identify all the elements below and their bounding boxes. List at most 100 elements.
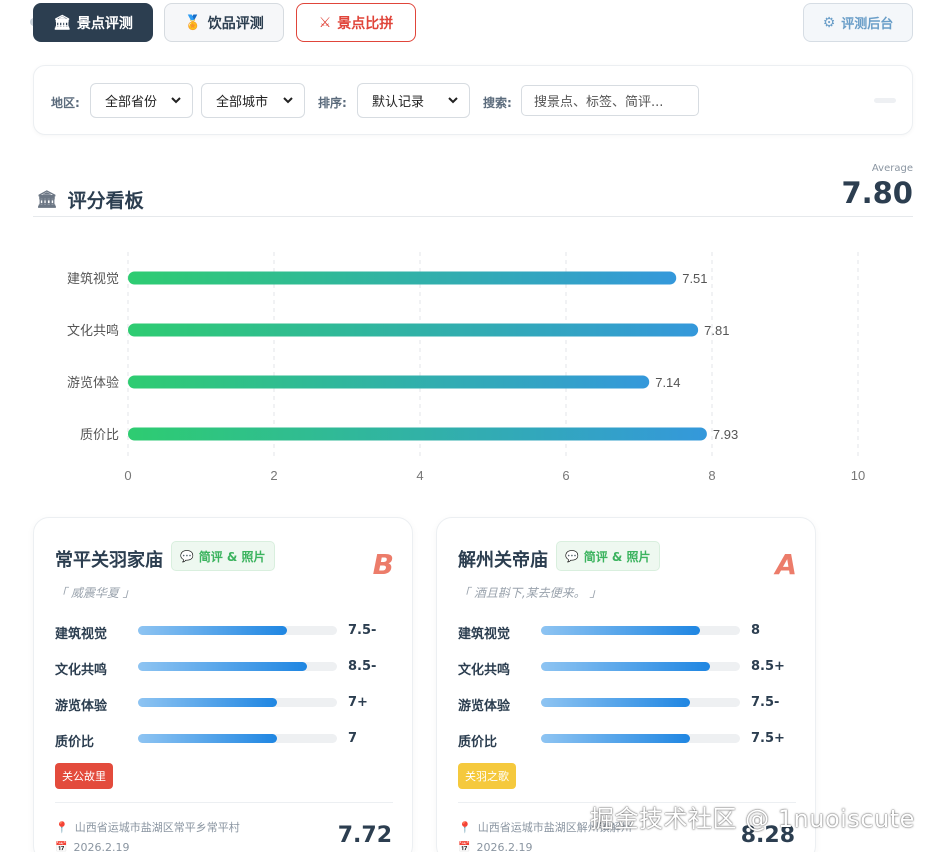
score-fill (138, 698, 278, 707)
score-track (541, 734, 740, 743)
bar-value-label: 7.51 (682, 271, 707, 286)
x-tick-label: 0 (124, 468, 131, 483)
row-label: 建筑视觉 (458, 627, 511, 642)
row-score: 7.5- (348, 623, 377, 638)
dashboard-title-text: 评分看板 (67, 190, 144, 212)
row-score: 8.5+ (751, 659, 785, 674)
calendar-icon: 📅 (458, 842, 471, 852)
category-label: 质价比 (80, 428, 119, 443)
tab-drink-review[interactable]: 🏅 饮品评测 (164, 3, 284, 42)
speech-bubble-icon: 💬 (180, 549, 194, 563)
score-fill (138, 662, 308, 671)
score-track (541, 626, 740, 635)
score-track (138, 734, 337, 743)
divider (33, 216, 913, 217)
category-label: 建筑视觉 (67, 271, 119, 287)
address: 📍 山西省运城市盐湖区常平乡常平村 (55, 819, 240, 835)
score-track (541, 698, 740, 707)
search-placeholder: 搜景点、标签、简评... (534, 95, 664, 110)
admin-button[interactable]: ⚙ 评测后台 (803, 3, 913, 42)
sort-select[interactable]: 默认记录 (357, 83, 470, 118)
theme-badge[interactable]: 关羽之歌 (458, 763, 516, 789)
divider (55, 802, 393, 803)
city-value: 全部城市 (216, 95, 269, 110)
x-tick-label: 8 (708, 468, 715, 483)
row-label: 文化共鸣 (55, 663, 108, 678)
chevron-down-icon (171, 97, 181, 104)
row-label: 质价比 (458, 735, 498, 750)
x-tick-label: 6 (562, 468, 569, 483)
x-tick-label: 10 (851, 468, 865, 483)
category-label: 游览体验 (67, 375, 119, 391)
tab-scenic-compare[interactable]: ⚔ 景点比拼 (296, 3, 416, 42)
score-bar-chart: 建筑视觉 7.51 文化共鸣 7.81 游览体验 7.14 质价比 7.93 0 2 4 6 8 10 (67, 252, 865, 483)
score-fill (541, 734, 691, 743)
speech-bubble-icon: 💬 (565, 549, 579, 563)
review-photo-tag[interactable]: 💬 简评 & 照片 (171, 541, 275, 571)
score-track (541, 662, 740, 671)
watermark: 掘金技术社区 @ 1nuoiscute (590, 805, 915, 833)
tab-compare-label: 景点比拼 (337, 15, 394, 32)
bar (128, 427, 707, 441)
row-label: 游览体验 (458, 699, 511, 714)
bar-value-label: 7.14 (655, 375, 680, 390)
search-input[interactable]: 搜景点、标签、简评... (521, 85, 699, 116)
province-select[interactable]: 全部省份 (90, 83, 193, 118)
score-fill (541, 662, 711, 671)
review-photo-tag[interactable]: 💬 简评 & 照片 (556, 541, 660, 571)
grade-letter: A (775, 548, 797, 581)
bar-value-label: 7.93 (713, 427, 738, 442)
score-fill (138, 734, 278, 743)
tab-drink-label: 饮品评测 (207, 15, 264, 32)
address-text: 山西省运城市盐湖区常平乡常平村 (74, 821, 240, 834)
score-fill (541, 698, 691, 707)
card-quote: 「 酒且斟下,某去便来。 」 (458, 586, 602, 600)
total-score: 7.72 (337, 823, 392, 848)
calendar-icon: 📅 (55, 842, 68, 852)
map-pin-icon: 📍 (458, 820, 472, 834)
x-tick-label: 4 (416, 468, 423, 483)
province-value: 全部省份 (105, 95, 158, 110)
row-label: 文化共鸣 (458, 663, 511, 678)
visit-date: 📅 2026.2.19 (458, 841, 532, 852)
sort-value: 默认记录 (372, 95, 425, 110)
bar-value-label: 7.81 (704, 323, 729, 338)
score-track (138, 698, 337, 707)
scenic-card[interactable]: 常平关羽家庙 💬 简评 & 照片 B 「 威震华夏 」 建筑视觉 7.5- 文化… (33, 517, 413, 852)
row-label: 游览体验 (55, 699, 108, 714)
row-score: 7.5+ (751, 731, 785, 746)
x-tick-label: 2 (270, 468, 277, 483)
museum-icon: 🏛 (53, 14, 71, 31)
theme-badge[interactable]: 关公故里 (55, 763, 113, 789)
row-score: 8.5- (348, 659, 377, 674)
card-title: 常平关羽家庙 (55, 550, 163, 571)
dashboard-title: 🏛 评分看板 (36, 186, 144, 213)
bar (128, 323, 699, 337)
bar (128, 271, 677, 285)
average-label: Average (871, 163, 913, 174)
row-label: 建筑视觉 (55, 627, 108, 642)
toggle-pill[interactable] (874, 98, 896, 103)
tab-scenic-label: 景点评测 (76, 15, 133, 32)
tag-label: 简评 & 照片 (198, 549, 266, 564)
medal-icon: 🏅 (184, 14, 202, 31)
museum-icon: 🏛 (36, 189, 58, 210)
score-track (138, 626, 337, 635)
category-label: 文化共鸣 (67, 323, 119, 339)
card-title: 解州关帝庙 (458, 550, 548, 571)
row-label: 质价比 (55, 735, 95, 750)
sort-label: 排序: (318, 96, 347, 110)
row-score: 7 (348, 731, 358, 746)
region-label: 地区: (51, 96, 80, 110)
search-label: 搜索: (483, 96, 512, 110)
card-quote: 「 威震华夏 」 (55, 586, 135, 600)
score-fill (138, 626, 288, 635)
row-score: 8 (751, 623, 761, 638)
city-select[interactable]: 全部城市 (201, 83, 305, 118)
chevron-down-icon (448, 97, 458, 104)
tab-scenic-review[interactable]: 🏛 景点评测 (33, 3, 153, 42)
filter-bar: 地区: 全部省份 全部城市 排序: 默认记录 搜索: 搜景点、标签、简评... (33, 65, 913, 135)
tag-label: 简评 & 照片 (583, 549, 651, 564)
score-track (138, 662, 337, 671)
row-score: 7+ (348, 695, 368, 710)
